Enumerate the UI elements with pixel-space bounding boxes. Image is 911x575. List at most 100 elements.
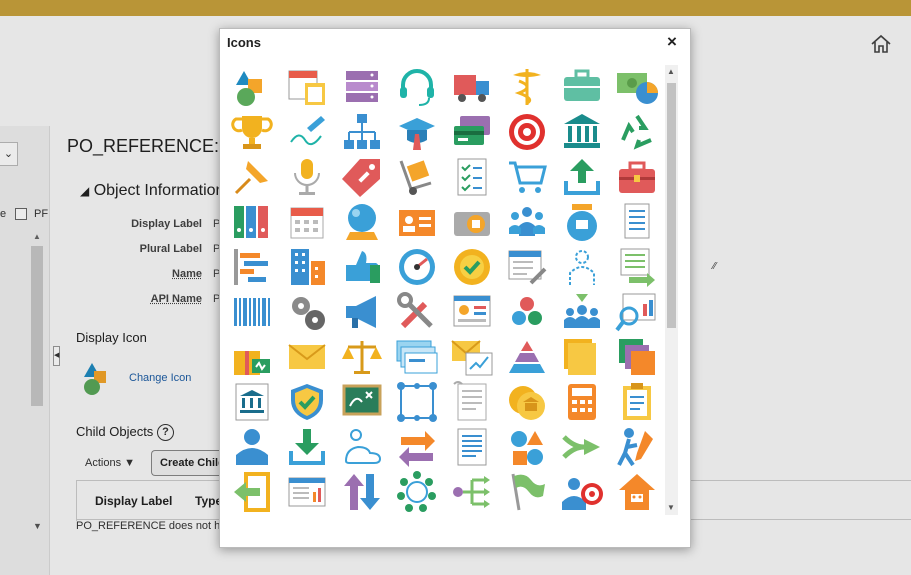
icon-option[interactable] xyxy=(555,110,609,154)
icon-option[interactable] xyxy=(555,65,609,109)
icon-option[interactable] xyxy=(555,200,609,244)
icon-option[interactable] xyxy=(280,380,334,424)
icon-option[interactable] xyxy=(225,380,279,424)
icon-option[interactable] xyxy=(555,425,609,469)
icon-option[interactable] xyxy=(280,155,334,199)
icon-option[interactable] xyxy=(555,380,609,424)
icon-option[interactable] xyxy=(225,155,279,199)
icon-option[interactable] xyxy=(390,290,444,334)
calendar-clipboard-icon xyxy=(288,70,325,105)
icon-option[interactable] xyxy=(610,65,664,109)
headset-icon xyxy=(400,69,434,106)
icon-option[interactable] xyxy=(500,245,554,289)
icon-option[interactable] xyxy=(500,110,554,154)
icon-option[interactable] xyxy=(390,65,444,109)
icon-option[interactable] xyxy=(335,65,389,109)
shapes-icon xyxy=(236,71,262,106)
icon-option[interactable] xyxy=(610,290,664,334)
icon-option[interactable] xyxy=(445,470,499,514)
icon-option[interactable] xyxy=(335,110,389,154)
scroll-up-icon[interactable]: ▲ xyxy=(667,67,675,76)
icon-option[interactable] xyxy=(280,110,334,154)
icon-option[interactable] xyxy=(390,155,444,199)
icon-option[interactable] xyxy=(555,335,609,379)
icon-option[interactable] xyxy=(390,335,444,379)
icon-option[interactable] xyxy=(225,65,279,109)
icon-option[interactable] xyxy=(500,290,554,334)
icon-option[interactable] xyxy=(390,380,444,424)
icon-option[interactable] xyxy=(225,470,279,514)
icon-option[interactable] xyxy=(500,65,554,109)
icon-option[interactable] xyxy=(610,245,664,289)
icon-option[interactable] xyxy=(445,335,499,379)
close-icon[interactable]: × xyxy=(667,32,677,52)
icon-option[interactable] xyxy=(390,470,444,514)
scroll-down-icon[interactable]: ▼ xyxy=(667,503,675,512)
icon-option[interactable] xyxy=(280,65,334,109)
icon-option[interactable] xyxy=(610,425,664,469)
price-tag-icon xyxy=(342,159,380,197)
icon-option[interactable] xyxy=(445,110,499,154)
dialog-scrollbar[interactable]: ▲ ▼ xyxy=(665,65,678,515)
icon-option[interactable] xyxy=(335,155,389,199)
icon-option[interactable] xyxy=(225,425,279,469)
icon-option[interactable] xyxy=(500,335,554,379)
shield-check-icon xyxy=(291,384,323,420)
icon-option[interactable] xyxy=(500,470,554,514)
icon-option[interactable] xyxy=(555,245,609,289)
scrollbar-thumb[interactable] xyxy=(667,83,676,328)
icon-option[interactable] xyxy=(335,425,389,469)
icon-option[interactable] xyxy=(500,200,554,244)
bank-icon xyxy=(564,114,600,148)
icon-option[interactable] xyxy=(445,245,499,289)
icon-option[interactable] xyxy=(335,200,389,244)
icon-option[interactable] xyxy=(225,290,279,334)
icon-option[interactable] xyxy=(445,380,499,424)
browser-tools-icon xyxy=(508,250,547,285)
icon-option[interactable] xyxy=(445,65,499,109)
icon-option[interactable] xyxy=(500,425,554,469)
icon-option[interactable] xyxy=(390,245,444,289)
icon-option[interactable] xyxy=(555,290,609,334)
icon-option[interactable] xyxy=(280,470,334,514)
icon-option[interactable] xyxy=(500,155,554,199)
icon-option[interactable] xyxy=(225,335,279,379)
icon-option[interactable] xyxy=(280,200,334,244)
folders-icon xyxy=(564,339,596,375)
icon-option[interactable] xyxy=(335,335,389,379)
icon-option[interactable] xyxy=(225,200,279,244)
icon-option[interactable] xyxy=(335,380,389,424)
icon-option[interactable] xyxy=(445,425,499,469)
credit-cards-icon xyxy=(454,116,490,145)
icon-option[interactable] xyxy=(335,245,389,289)
icon-option[interactable] xyxy=(390,425,444,469)
bank-doc-icon xyxy=(235,383,269,421)
icon-option[interactable] xyxy=(280,290,334,334)
icon-option[interactable] xyxy=(280,425,334,469)
server-icon xyxy=(346,71,378,102)
icon-option[interactable] xyxy=(555,155,609,199)
icon-option[interactable] xyxy=(335,470,389,514)
person-icon xyxy=(236,429,268,465)
icon-option[interactable] xyxy=(225,110,279,154)
icon-option[interactable] xyxy=(280,335,334,379)
icon-option[interactable] xyxy=(445,290,499,334)
icon-option[interactable] xyxy=(445,200,499,244)
icon-option[interactable] xyxy=(390,200,444,244)
icon-option[interactable] xyxy=(335,290,389,334)
icon-option[interactable] xyxy=(225,245,279,289)
icon-option[interactable] xyxy=(280,245,334,289)
icon-option[interactable] xyxy=(555,470,609,514)
icon-option[interactable] xyxy=(610,335,664,379)
icon-option[interactable] xyxy=(610,110,664,154)
flag-icon xyxy=(511,473,545,511)
report-icon xyxy=(288,477,326,507)
icon-option[interactable] xyxy=(610,470,664,514)
icon-option[interactable] xyxy=(610,155,664,199)
icon-option[interactable] xyxy=(610,380,664,424)
icon-option[interactable] xyxy=(500,380,554,424)
dialog-title: Icons xyxy=(227,35,261,50)
icon-option[interactable] xyxy=(610,200,664,244)
icon-option[interactable] xyxy=(390,110,444,154)
icon-option[interactable] xyxy=(445,155,499,199)
